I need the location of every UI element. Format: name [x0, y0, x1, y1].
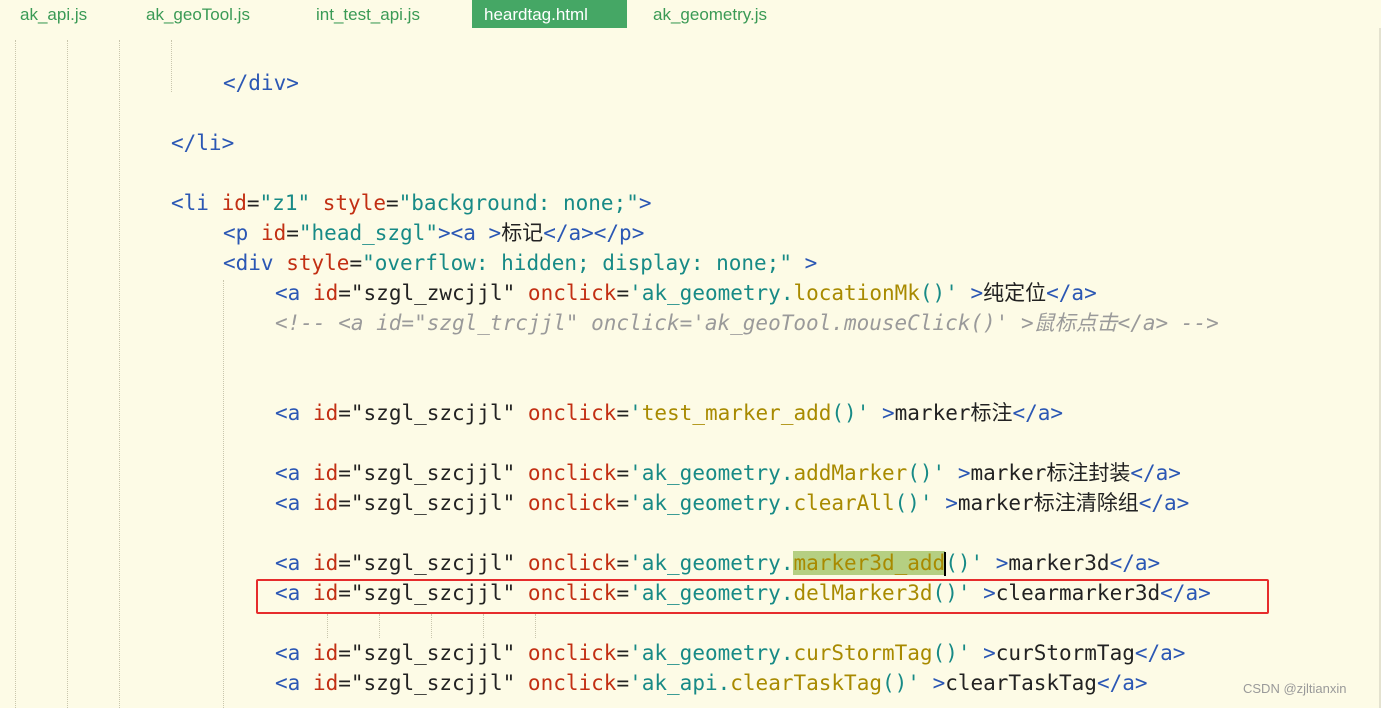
- indent-guide: [431, 614, 432, 638]
- code-line: <a id="szgl_szcjjl" onclick='ak_api.clea…: [275, 671, 1148, 695]
- code-line: <a id="szgl_szcjjl" onclick='ak_geometry…: [275, 461, 1181, 485]
- tab-ak-geometry[interactable]: ak_geometry.js: [641, 0, 779, 28]
- indent-guide: [223, 280, 224, 708]
- code-line: <li id="z1" style="background: none;">: [171, 191, 652, 215]
- code-line: <div style="overflow: hidden; display: n…: [223, 251, 818, 275]
- code-line: <p id="head_szgl"><a >标记</a></p>: [223, 221, 645, 245]
- tab-int-test-api[interactable]: int_test_api.js: [304, 0, 432, 28]
- red-annotation-box: [256, 579, 1269, 614]
- indent-guide: [15, 40, 16, 708]
- selection-highlight: marker3d_add: [793, 551, 946, 575]
- indent-guide: [67, 40, 68, 708]
- code-line: </div>: [223, 71, 299, 95]
- code-line: <a id="szgl_zwcjjl" onclick='ak_geometry…: [275, 281, 1097, 305]
- code-line: <a id="szgl_szcjjl" onclick='ak_geometry…: [275, 641, 1186, 665]
- indent-guide: [379, 614, 380, 638]
- indent-guide: [483, 614, 484, 638]
- indent-guide: [171, 40, 172, 92]
- tab-ak-geotool[interactable]: ak_geoTool.js: [134, 0, 262, 28]
- tab-ak-api[interactable]: ak_api.js: [8, 0, 99, 28]
- code-line: <a id="szgl_szcjjl" onclick='ak_geometry…: [275, 551, 1161, 576]
- indent-guide: [327, 614, 328, 638]
- code-comment-line: <!-- <a id="szgl_trcjjl" onclick='ak_geo…: [275, 311, 1219, 335]
- tab-bar: ak_api.js ak_geoTool.js int_test_api.js …: [0, 0, 1381, 28]
- indent-guide: [119, 40, 120, 708]
- watermark: CSDN @zjltianxin: [1243, 681, 1347, 696]
- code-line: <a id="szgl_szcjjl" onclick='test_marker…: [275, 401, 1064, 425]
- indent-guide: [535, 614, 536, 638]
- code-line: <a id="szgl_szcjjl" onclick='ak_geometry…: [275, 491, 1190, 515]
- code-line: </li>: [171, 131, 235, 155]
- tab-heardtag-active[interactable]: heardtag.html: [472, 0, 627, 28]
